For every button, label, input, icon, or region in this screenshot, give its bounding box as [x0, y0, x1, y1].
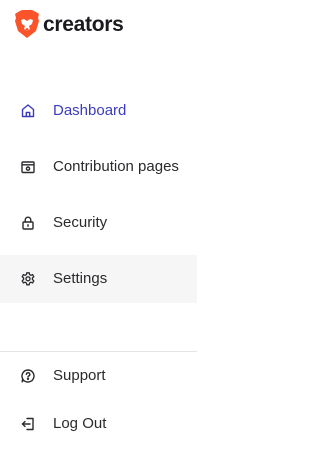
- sidebar-item-label: Dashboard: [53, 102, 127, 119]
- sidebar-item-support[interactable]: Support: [0, 352, 197, 400]
- sidebar-item-label: Settings: [53, 270, 108, 287]
- home-icon: [20, 103, 36, 119]
- sidebar-item-label: Log Out: [53, 415, 107, 432]
- sidebar-item-security[interactable]: Security: [0, 199, 197, 247]
- sidebar-item-label: Security: [53, 214, 108, 231]
- sidebar-item-logout[interactable]: Log Out: [0, 400, 197, 448]
- sidebar-item-dashboard[interactable]: Dashboard: [0, 87, 197, 135]
- help-circle-icon: [20, 368, 36, 384]
- brave-lion-icon: [15, 10, 39, 38]
- browser-window-icon: [20, 159, 36, 175]
- sidebar-item-label: Support: [53, 367, 106, 384]
- sidebar-item-settings[interactable]: Settings: [0, 255, 197, 303]
- gear-icon: [20, 271, 36, 287]
- sidebar: creators Dashboard Contribution pages Se…: [0, 0, 197, 452]
- lock-icon: [20, 215, 36, 231]
- sidebar-item-label: Contribution pages: [53, 158, 179, 175]
- brand[interactable]: creators: [14, 10, 124, 39]
- brand-name: creators: [43, 12, 124, 36]
- logout-icon: [20, 416, 36, 432]
- sidebar-item-contribution-pages[interactable]: Contribution pages: [0, 143, 197, 191]
